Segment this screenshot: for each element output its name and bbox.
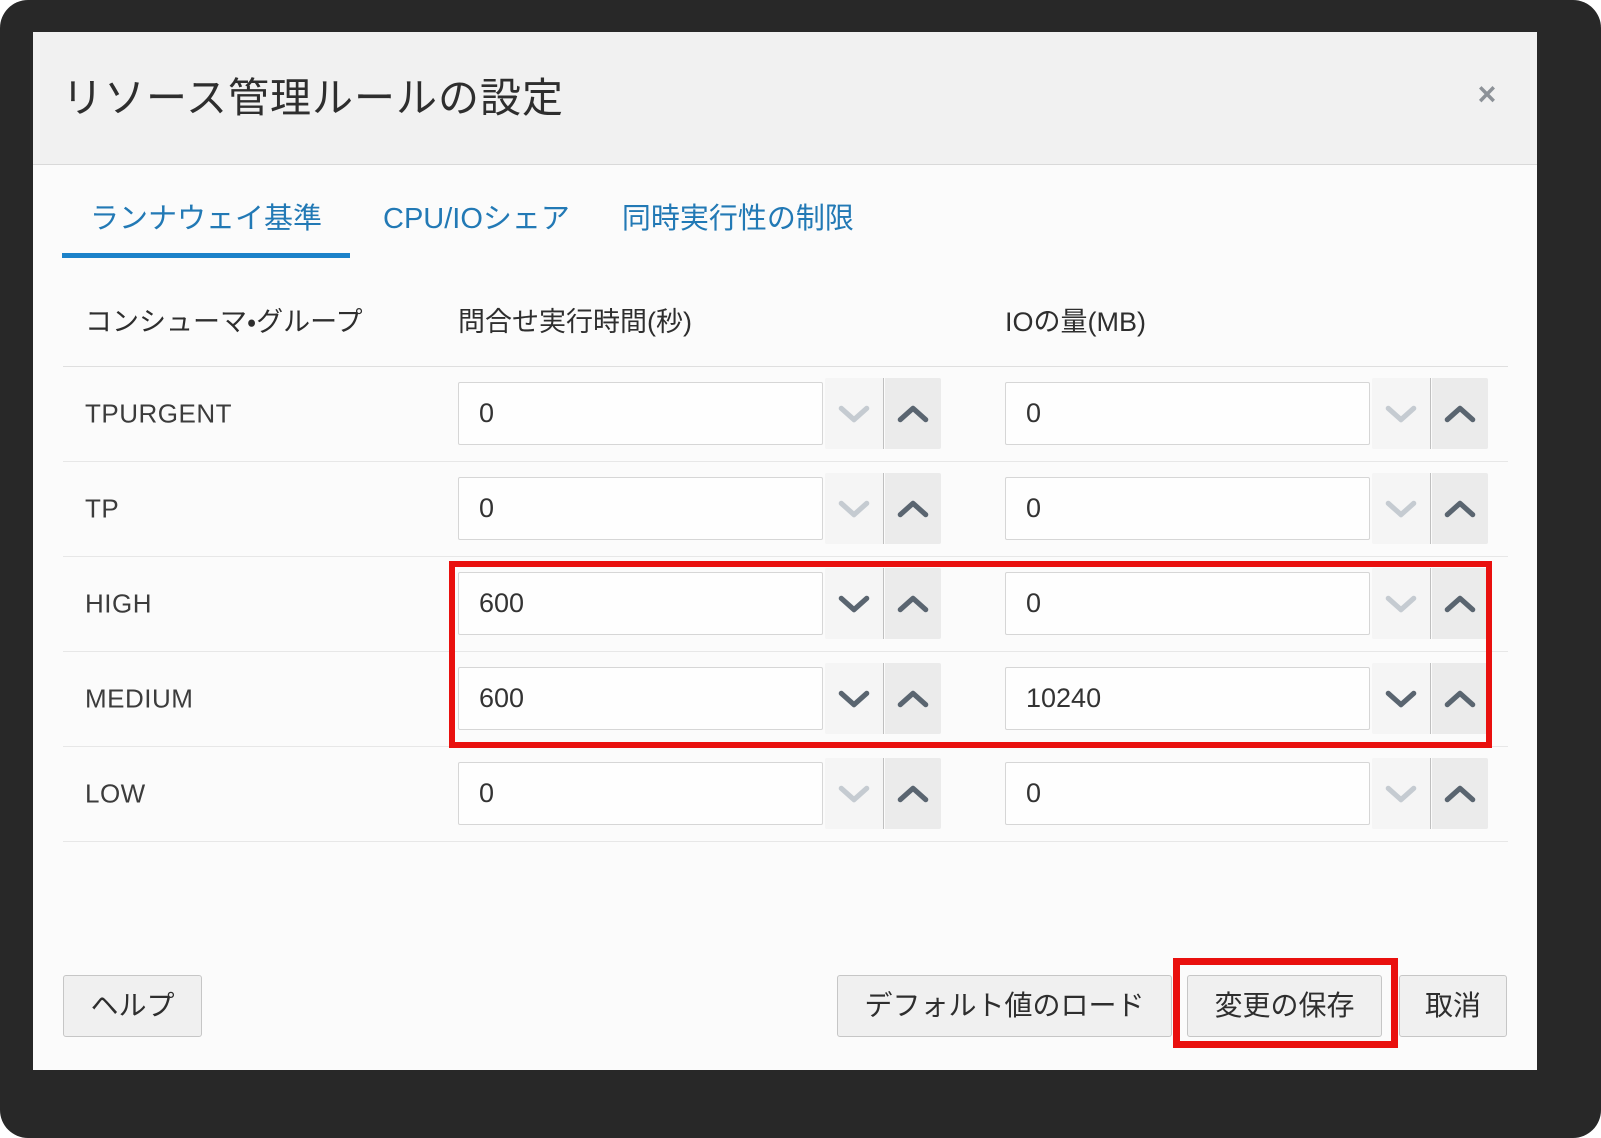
consumer-group-table: TPURGENT TP — [63, 366, 1508, 842]
tab-runaway-criteria[interactable]: ランナウェイ基準 — [62, 187, 350, 258]
io-amount-decrement-button[interactable] — [1372, 758, 1431, 829]
chevron-up-icon — [1443, 688, 1477, 710]
chevron-up-icon — [1443, 593, 1477, 615]
query-time-decrement-button[interactable] — [825, 663, 884, 734]
query-time-input[interactable] — [458, 572, 823, 635]
query-time-decrement-button[interactable] — [825, 758, 884, 829]
row-label: HIGH — [85, 589, 152, 620]
chevron-up-icon — [896, 593, 930, 615]
io-amount-increment-button[interactable] — [1432, 758, 1488, 829]
table-row-high: HIGH — [63, 557, 1508, 652]
column-header-consumer-group: コンシューマ・グループ — [85, 300, 363, 345]
query-time-decrement-button[interactable] — [825, 568, 884, 639]
query-time-increment-button[interactable] — [885, 663, 941, 734]
io-amount-input[interactable] — [1005, 762, 1370, 825]
chevron-down-icon — [837, 783, 871, 805]
help-button[interactable]: ヘルプ — [63, 975, 202, 1037]
close-icon[interactable]: × — [1465, 72, 1509, 116]
tab-concurrency-limit[interactable]: 同時実行性の制限 — [622, 187, 854, 258]
table-row-tp: TP — [63, 462, 1508, 557]
io-amount-increment-button[interactable] — [1432, 663, 1488, 734]
query-time-input[interactable] — [458, 762, 823, 825]
resource-rules-dialog: リソース管理ルールの設定 × ランナウェイ基準 CPU/IOシェア 同時実行性の… — [33, 32, 1537, 1070]
chevron-down-icon — [837, 498, 871, 520]
chevron-down-icon — [837, 403, 871, 425]
table-row-medium: MEDIUM — [63, 652, 1508, 747]
io-amount-decrement-button[interactable] — [1372, 568, 1431, 639]
chevron-up-icon — [896, 498, 930, 520]
query-time-input[interactable] — [458, 382, 823, 445]
query-time-input[interactable] — [458, 477, 823, 540]
tab-bar: ランナウェイ基準 CPU/IOシェア 同時実行性の制限 — [62, 187, 854, 258]
tab-cpu-io-share[interactable]: CPU/IOシェア — [383, 187, 570, 258]
row-label: TP — [85, 494, 119, 525]
io-amount-input[interactable] — [1005, 477, 1370, 540]
chevron-up-icon — [1443, 498, 1477, 520]
io-amount-input[interactable] — [1005, 572, 1370, 635]
query-time-increment-button[interactable] — [885, 378, 941, 449]
io-amount-increment-button[interactable] — [1432, 568, 1488, 639]
chevron-down-icon — [837, 688, 871, 710]
dialog-title: リソース管理ルールの設定 — [62, 32, 564, 165]
dialog-header: リソース管理ルールの設定 × — [33, 32, 1537, 165]
chevron-up-icon — [1443, 403, 1477, 425]
io-amount-decrement-button[interactable] — [1372, 473, 1431, 544]
io-amount-decrement-button[interactable] — [1372, 378, 1431, 449]
cancel-button[interactable]: 取消 — [1399, 975, 1507, 1037]
row-label: MEDIUM — [85, 684, 193, 715]
io-amount-input[interactable] — [1005, 667, 1370, 730]
chevron-down-icon — [1384, 498, 1418, 520]
chevron-down-icon — [1384, 688, 1418, 710]
query-time-increment-button[interactable] — [885, 758, 941, 829]
table-row-low: LOW — [63, 747, 1508, 842]
query-time-input[interactable] — [458, 667, 823, 730]
query-time-increment-button[interactable] — [885, 473, 941, 544]
io-amount-increment-button[interactable] — [1432, 473, 1488, 544]
chevron-down-icon — [1384, 593, 1418, 615]
chevron-up-icon — [1443, 783, 1477, 805]
io-amount-decrement-button[interactable] — [1372, 663, 1431, 734]
query-time-decrement-button[interactable] — [825, 378, 884, 449]
chevron-down-icon — [1384, 403, 1418, 425]
table-column-headers: コンシューマ・グループ 問合せ実行時間(秒) IOの量(MB) — [33, 300, 1537, 345]
chevron-down-icon — [1384, 783, 1418, 805]
chevron-up-icon — [896, 403, 930, 425]
column-header-io-amount: IOの量(MB) — [1005, 300, 1146, 345]
io-amount-increment-button[interactable] — [1432, 378, 1488, 449]
query-time-decrement-button[interactable] — [825, 473, 884, 544]
chevron-up-icon — [896, 783, 930, 805]
io-amount-input[interactable] — [1005, 382, 1370, 445]
column-header-query-time: 問合せ実行時間(秒) — [458, 300, 692, 345]
chevron-up-icon — [896, 688, 930, 710]
screenshot-frame: リソース管理ルールの設定 × ランナウェイ基準 CPU/IOシェア 同時実行性の… — [0, 0, 1601, 1138]
chevron-down-icon — [837, 593, 871, 615]
row-label: TPURGENT — [85, 399, 232, 430]
save-changes-button[interactable]: 変更の保存 — [1187, 975, 1382, 1037]
load-defaults-button[interactable]: デフォルト値のロード — [837, 975, 1172, 1037]
row-label: LOW — [85, 779, 146, 810]
query-time-increment-button[interactable] — [885, 568, 941, 639]
table-row-tpurgent: TPURGENT — [63, 367, 1508, 462]
